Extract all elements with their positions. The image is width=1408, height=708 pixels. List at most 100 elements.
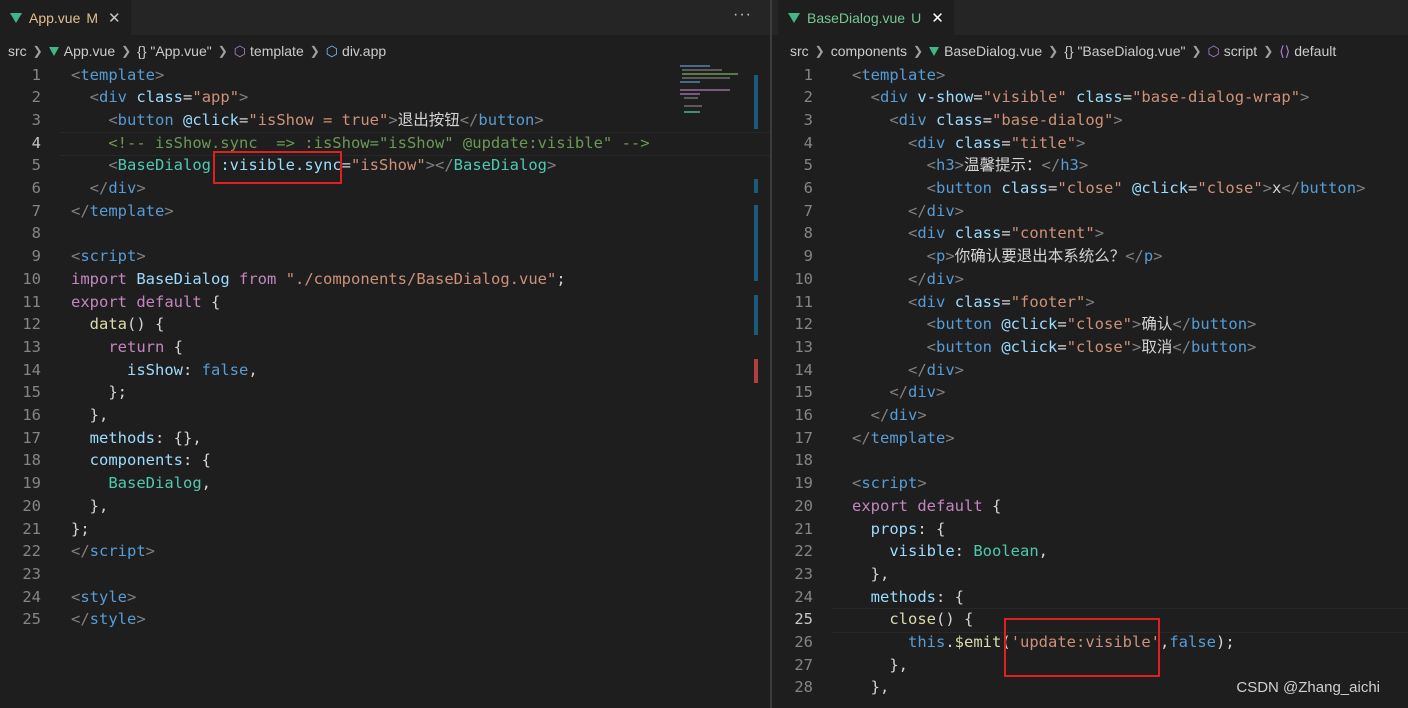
close-icon[interactable]: ✕	[108, 9, 121, 27]
breadcrumb-item[interactable]: div.app	[342, 43, 386, 59]
code-line[interactable]: 11 export default {	[0, 291, 770, 314]
code-text: <!-- isShow.sync => :isShow="isShow" @up…	[108, 133, 650, 152]
code-line[interactable]: 11 <div class="footer">	[772, 291, 1408, 314]
code-line[interactable]: 24 <style>	[0, 586, 770, 609]
code-line[interactable]: 9 <p>你确认要退出本系统么？</p>	[772, 245, 1408, 268]
code-text: <button @click="close">确认</button>	[926, 315, 1257, 334]
code-line[interactable]: 8 <div class="content">	[772, 222, 1408, 245]
code-line[interactable]: 1 <template>	[0, 64, 770, 87]
code-line[interactable]: 24 methods: {	[772, 586, 1408, 609]
chevron-right-icon: ❯	[32, 44, 43, 58]
code-line[interactable]: 3 <div class="base-dialog">	[772, 109, 1408, 132]
code-line[interactable]: 8	[0, 222, 770, 245]
code-text: methods: {	[870, 587, 964, 606]
code-text: <div class="app">	[89, 88, 249, 107]
line-number: 8	[803, 224, 813, 243]
line-number: 19	[22, 474, 41, 493]
code-line[interactable]: 14 isShow: false,	[0, 359, 770, 382]
code-text: <script>	[71, 247, 146, 266]
code-line[interactable]: 15 };	[0, 381, 770, 404]
code-line[interactable]: 2 <div v-show="visible" class="base-dial…	[772, 86, 1408, 109]
breadcrumb-item[interactable]: default	[1294, 43, 1336, 59]
code-line[interactable]: 18	[772, 449, 1408, 472]
breadcrumb-item[interactable]: BaseDialog.vue	[944, 43, 1042, 59]
code-line[interactable]: 7 </div>	[772, 200, 1408, 223]
breadcrumb-item[interactable]: template	[250, 43, 304, 59]
code-text: </div>	[889, 383, 946, 402]
code-text: </template>	[71, 201, 174, 220]
watermark: CSDN @Zhang_aichi	[1236, 679, 1380, 696]
code-line[interactable]: 5 <BaseDialog :visible.sync="isShow"></B…	[0, 154, 770, 177]
breadcrumb: src ❯ components ❯ BaseDialog.vue ❯ {} "…	[772, 40, 1408, 62]
line-number: 15	[22, 383, 41, 402]
code-line[interactable]: 25 </style>	[0, 608, 770, 631]
code-line[interactable]: 17 </template>	[772, 427, 1408, 450]
code-text: </style>	[71, 610, 146, 629]
code-text: return {	[108, 337, 183, 356]
line-number: 17	[22, 428, 41, 447]
code-line[interactable]: 10 </div>	[772, 268, 1408, 291]
code-line[interactable]: 19 BaseDialog,	[0, 472, 770, 495]
code-line[interactable]: 10 import BaseDialog from "./components/B…	[0, 268, 770, 291]
line-number: 13	[22, 337, 41, 356]
code-line[interactable]: 6 <button class="close" @click="close">x…	[772, 177, 1408, 200]
code-line[interactable]: 13 return {	[0, 336, 770, 359]
tab-app-vue[interactable]: App.vue M ✕	[0, 0, 131, 35]
code-line[interactable]: 1 <template>	[772, 64, 1408, 87]
code-line[interactable]: 19 <script>	[772, 472, 1408, 495]
tab-basedialog-vue[interactable]: BaseDialog.vue U ✕	[778, 0, 954, 35]
code-line[interactable]: 22 visible: Boolean,	[772, 540, 1408, 563]
highlight-box	[213, 151, 342, 184]
minimap[interactable]	[676, 63, 754, 123]
left-editor-pane[interactable]: App.vue M ✕ ··· src ❯ App.vue ❯ {} "App.…	[0, 0, 770, 708]
code-editor[interactable]: 1 <template> 2 <div class="app"> 3 <button …	[0, 63, 770, 708]
code-line[interactable]: 2 <div class="app">	[0, 86, 770, 109]
code-line[interactable]: 6 </div>	[0, 177, 770, 200]
line-number: 26	[794, 633, 813, 651]
code-line[interactable]: 4 <!-- isShow.sync => :isShow="isShow" @…	[0, 131, 770, 157]
breadcrumb-item[interactable]: components	[831, 43, 907, 59]
code-line[interactable]: 23 },	[772, 563, 1408, 586]
code-editor[interactable]: 1 <template> 2 <div v-show="visible" class…	[772, 63, 1408, 708]
code-line[interactable]: 4 <div class="title">	[772, 132, 1408, 155]
line-number: 25	[22, 610, 41, 629]
breadcrumb-item[interactable]: {} "BaseDialog.vue"	[1064, 43, 1185, 59]
code-line[interactable]: 23	[0, 563, 770, 586]
right-editor-pane[interactable]: BaseDialog.vue U ✕ src ❯ components ❯ Ba…	[772, 0, 1408, 708]
code-line[interactable]: 5 <h3>温馨提示：</h3>	[772, 154, 1408, 177]
code-text: export default {	[852, 496, 1002, 515]
line-number: 6	[803, 179, 813, 197]
code-text: <template>	[852, 65, 946, 84]
code-text: </template>	[852, 428, 955, 447]
code-line[interactable]: 14 </div>	[772, 359, 1408, 382]
code-line[interactable]: 7 </template>	[0, 200, 770, 223]
vertical-scrollbar[interactable]	[754, 63, 768, 708]
code-line[interactable]: 20 },	[0, 495, 770, 518]
breadcrumb-item[interactable]: src	[790, 43, 809, 59]
code-line[interactable]: 22 </script>	[0, 540, 770, 563]
more-actions-icon[interactable]: ···	[733, 6, 752, 24]
breadcrumb-item[interactable]: {} "App.vue"	[137, 43, 212, 59]
code-line[interactable]: 12 <button @click="close">确认</button>	[772, 313, 1408, 336]
code-text: props: {	[870, 519, 946, 538]
line-number: 11	[794, 292, 813, 311]
code-line[interactable]: 15 </div>	[772, 381, 1408, 404]
code-line[interactable]: 9 <script>	[0, 245, 770, 268]
close-icon[interactable]: ✕	[931, 9, 944, 27]
line-number: 12	[22, 315, 41, 334]
code-line[interactable]: 16 },	[0, 404, 770, 427]
code-line[interactable]: 21 props: {	[772, 518, 1408, 541]
code-line[interactable]: 13 <button @click="close">取消</button>	[772, 336, 1408, 359]
breadcrumb-item[interactable]: script	[1224, 43, 1257, 59]
code-line[interactable]: 17 methods: {},	[0, 427, 770, 450]
code-line[interactable]: 16 </div>	[772, 404, 1408, 427]
breadcrumb-item[interactable]: App.vue	[64, 43, 115, 59]
code-line[interactable]: 20 export default {	[772, 495, 1408, 518]
breadcrumb-item[interactable]: src	[8, 43, 27, 59]
code-text: <h3>温馨提示：</h3>	[926, 156, 1089, 175]
code-text: },	[852, 678, 890, 697]
code-line[interactable]: 3 <button @click="isShow = true">退出按钮</b…	[0, 109, 770, 132]
code-line[interactable]: 18 components: {	[0, 449, 770, 472]
code-line[interactable]: 12 data() {	[0, 313, 770, 336]
code-line[interactable]: 21};	[0, 518, 770, 541]
